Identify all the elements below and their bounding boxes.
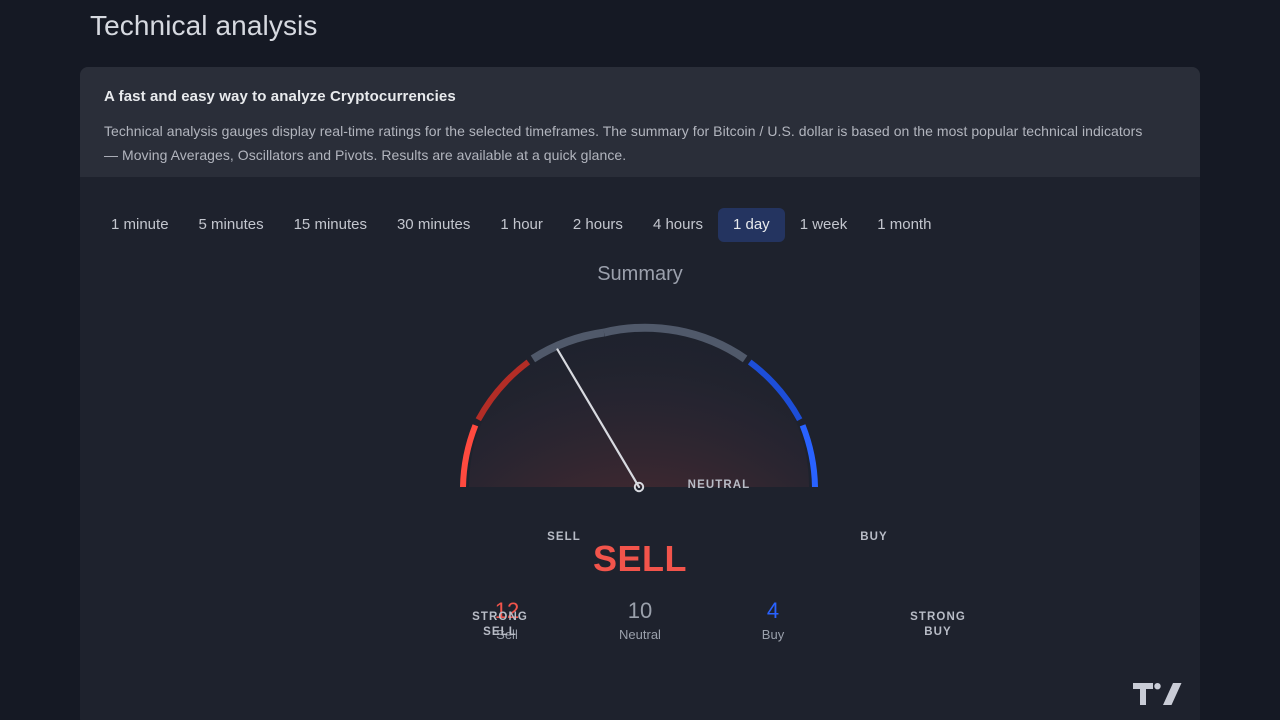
tab-4-hours[interactable]: 4 hours: [638, 208, 718, 242]
page-title: Technical analysis: [90, 10, 318, 41]
summary-title: Summary: [597, 263, 683, 285]
header-title: A fast and easy way to analyze Cryptocur…: [104, 88, 456, 105]
summary-verdict: SELL: [592, 538, 687, 579]
gauge-label-strong-buy: STRONG BUY: [910, 611, 966, 638]
count-buy-value: 4: [766, 598, 780, 623]
tab-1-hour[interactable]: 1 hour: [485, 208, 558, 242]
count-neutral-label: Neutral: [619, 627, 661, 642]
tab-1-week[interactable]: 1 week: [785, 208, 863, 242]
gauge-glow: [469, 330, 809, 487]
gauge-wrapper: NEUTRAL SELL BUY STRONG SELL STRONG BUY: [80, 300, 1200, 638]
timeframe-tabs: 1 minute 5 minutes 15 minutes 30 minutes…: [96, 208, 946, 242]
gauge-label-buy: BUY: [860, 531, 888, 543]
gauge-label-strong-sell: STRONG SELL: [472, 611, 528, 638]
tab-1-minute[interactable]: 1 minute: [96, 208, 184, 242]
technical-analysis-widget: A fast and easy way to analyze Cryptocur…: [80, 67, 1200, 720]
gauge-chart: [460, 323, 818, 493]
tradingview-logo-icon[interactable]: [1133, 683, 1183, 715]
count-buy-label: Buy: [761, 627, 785, 642]
gauge-label-neutral: NEUTRAL: [687, 479, 751, 491]
gauge-label-sell: SELL: [547, 531, 581, 543]
header-description: Technical analysis gauges display real-t…: [104, 123, 1143, 163]
tab-2-hours[interactable]: 2 hours: [558, 208, 638, 242]
count-neutral: 10 Neutral: [600, 597, 680, 644]
summary-gauge-block: Summary NEUTRAL SELL BUY STRONG SELL STR…: [80, 242, 1200, 644]
tab-5-minutes[interactable]: 5 minutes: [184, 208, 279, 242]
tab-1-day[interactable]: 1 day: [717, 208, 785, 242]
indicator-counts: 12 Sell 10 Neutral 4 Buy: [80, 597, 1200, 644]
count-buy: 4 Buy: [733, 597, 813, 644]
tab-30-minutes[interactable]: 30 minutes: [382, 208, 485, 242]
tab-1-month[interactable]: 1 month: [862, 208, 946, 242]
tab-15-minutes[interactable]: 15 minutes: [279, 208, 382, 242]
widget-header: A fast and easy way to analyze Cryptocur…: [80, 67, 1200, 177]
count-neutral-value: 10: [627, 598, 653, 623]
